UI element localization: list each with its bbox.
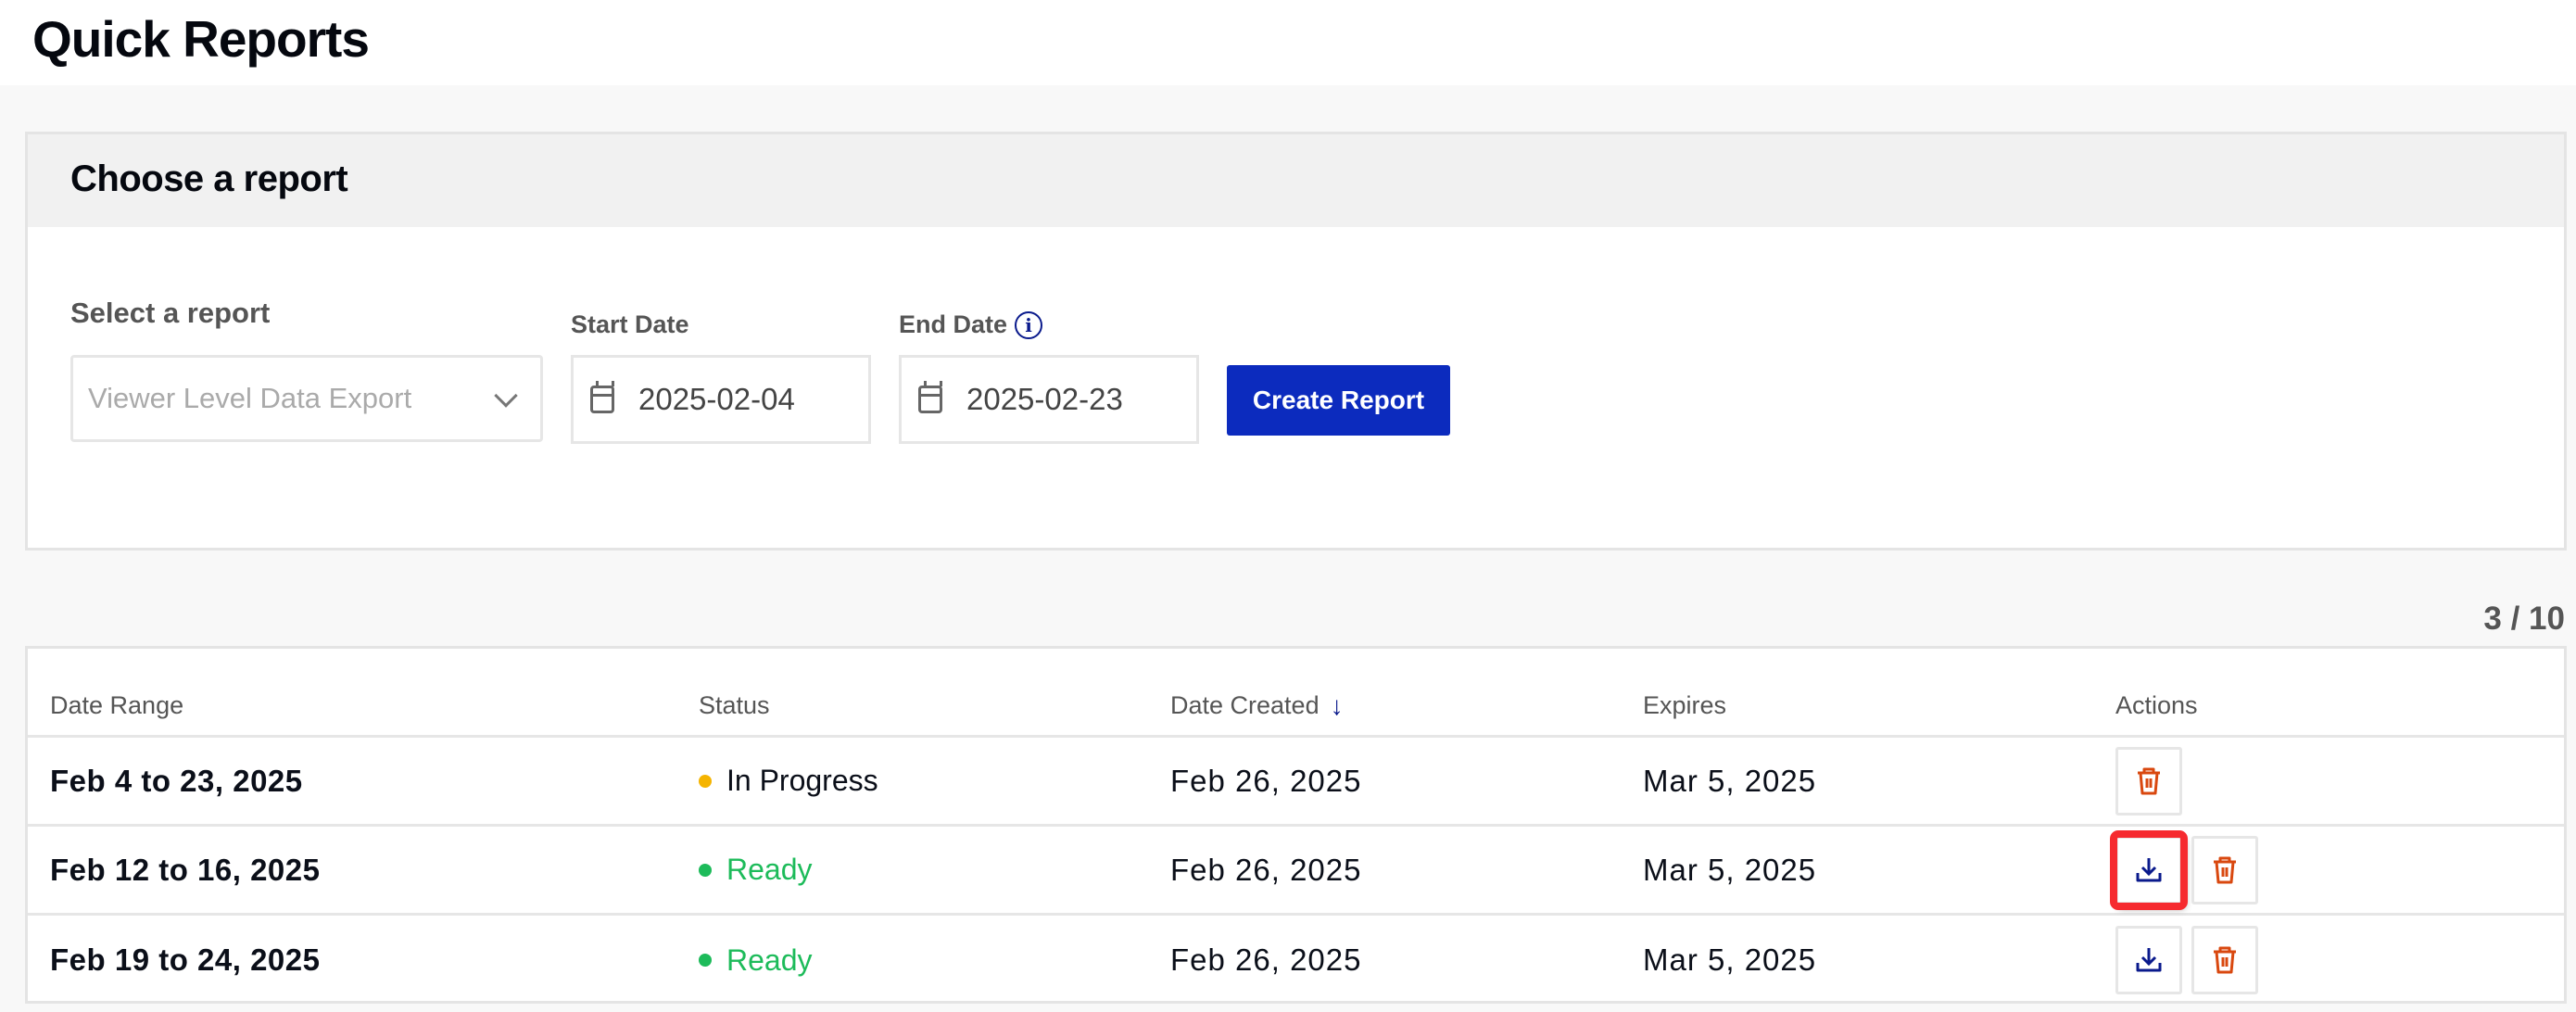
download-icon	[2135, 946, 2163, 974]
report-count: 3 / 10	[2483, 601, 2565, 637]
start-date-label: Start Date	[571, 310, 689, 338]
table-row: Feb 19 to 24, 2025 Ready Feb 26, 2025 Ma…	[28, 916, 2564, 1005]
trash-icon	[2212, 855, 2238, 885]
select-report-label: Select a report	[70, 297, 271, 329]
calendar-icon	[590, 381, 614, 413]
status-dot	[699, 863, 712, 877]
end-date-value: 2025-02-23	[966, 382, 1123, 416]
table-row: Feb 12 to 16, 2025 Ready Feb 26, 2025 Ma…	[28, 827, 2564, 916]
expires: Mar 5, 2025	[1643, 852, 1817, 887]
download-button[interactable]	[2110, 829, 2188, 910]
delete-button[interactable]	[2191, 835, 2258, 904]
page-title: Quick Reports	[32, 10, 370, 68]
end-date-label: End Date	[899, 310, 1008, 338]
report-type-value: Viewer Level Data Export	[88, 382, 412, 414]
report-type-select[interactable]: Viewer Level Data Export	[70, 355, 543, 442]
top-bar: Quick Reports	[0, 0, 2576, 85]
actions	[2115, 916, 2267, 1005]
start-date-value: 2025-02-04	[638, 382, 795, 416]
date-created: Feb 26, 2025	[1170, 942, 1362, 977]
choose-report-card: Choose a report Select a report Viewer L…	[25, 132, 2567, 550]
trash-icon	[2136, 766, 2162, 796]
start-date-input[interactable]: 2025-02-04	[571, 355, 871, 444]
delete-button[interactable]	[2115, 746, 2182, 816]
info-icon[interactable]: i	[1015, 310, 1043, 339]
download-button[interactable]	[2115, 926, 2182, 994]
arrow-down-icon[interactable]: ↓	[1331, 691, 1344, 721]
col-expires: Expires	[1643, 691, 1727, 719]
col-date-created-label: Date Created	[1170, 691, 1320, 719]
trash-icon	[2212, 945, 2238, 975]
col-actions: Actions	[2115, 691, 2198, 719]
delete-button[interactable]	[2191, 926, 2258, 994]
status: Ready	[699, 916, 813, 1005]
table-header: Date Range Status Date Created ↓ Expires…	[28, 649, 2564, 738]
status-text: In Progress	[726, 764, 878, 797]
col-date-created[interactable]: Date Created ↓	[1170, 649, 1344, 735]
date-created: Feb 26, 2025	[1170, 763, 1362, 798]
date-created: Feb 26, 2025	[1170, 852, 1362, 887]
actions	[2115, 738, 2191, 824]
col-status: Status	[699, 691, 770, 719]
date-range: Feb 12 to 16, 2025	[50, 852, 321, 887]
end-date-label-row: End Date i	[899, 310, 1043, 339]
status-text: Ready	[726, 942, 813, 977]
create-report-button[interactable]: Create Report	[1227, 365, 1450, 436]
chevron-down-icon	[494, 384, 518, 408]
download-icon	[2135, 856, 2163, 884]
status-dot	[699, 774, 712, 788]
actions	[2110, 827, 2267, 913]
col-date-range: Date Range	[50, 691, 184, 719]
reports-table: Date Range Status Date Created ↓ Expires…	[25, 646, 2567, 1004]
card-title: Choose a report	[70, 158, 348, 199]
status: In Progress	[699, 738, 878, 824]
end-date-input[interactable]: 2025-02-23	[899, 355, 1199, 444]
table-row: Feb 4 to 23, 2025 In Progress Feb 26, 20…	[28, 738, 2564, 827]
status-text: Ready	[726, 853, 813, 886]
expires: Mar 5, 2025	[1643, 942, 1817, 977]
expires: Mar 5, 2025	[1643, 763, 1817, 798]
card-header: Choose a report	[28, 134, 2564, 227]
calendar-icon	[918, 381, 942, 413]
date-range: Feb 4 to 23, 2025	[50, 763, 303, 798]
date-range: Feb 19 to 24, 2025	[50, 942, 321, 977]
status-dot	[699, 954, 712, 967]
status: Ready	[699, 827, 813, 913]
